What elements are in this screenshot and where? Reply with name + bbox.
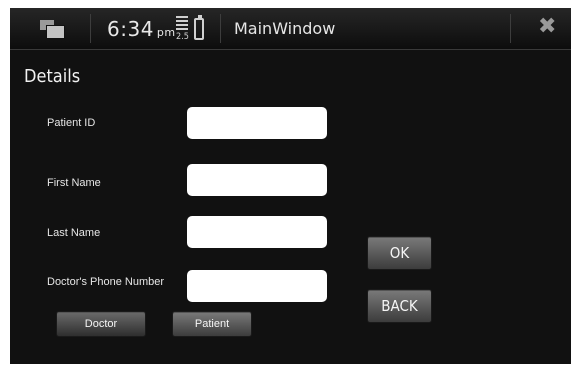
signal-value: 2.5 [176, 32, 189, 42]
last-name-input[interactable] [187, 216, 327, 248]
doctor-phone-label: Doctor's Phone Number [47, 276, 165, 288]
clock-ampm: pm [156, 26, 176, 39]
task-switcher-icon[interactable] [40, 20, 65, 39]
close-icon[interactable]: ✖ [538, 16, 556, 38]
ok-button[interactable]: OK [367, 236, 432, 270]
signal-strength-icon: 2.5 [176, 16, 189, 42]
status-separator [510, 14, 511, 43]
first-name-label: First Name [47, 177, 101, 189]
status-separator [90, 14, 91, 43]
doctor-phone-input[interactable] [187, 270, 327, 302]
first-name-input[interactable] [187, 164, 327, 196]
status-separator [220, 14, 221, 43]
back-button[interactable]: BACK [367, 289, 432, 323]
battery-icon [194, 15, 204, 40]
doctor-button[interactable]: Doctor [56, 311, 146, 337]
status-clock[interactable]: 6:34 pm [107, 17, 176, 41]
app-screen: 6:34 pm 2.5 MainWindow ✖ Details Patient … [10, 8, 571, 364]
patient-id-label: Patient ID [47, 117, 96, 129]
page-title: Details [24, 66, 81, 87]
patient-id-input[interactable] [187, 107, 327, 139]
last-name-label: Last Name [47, 227, 101, 239]
status-bar: 6:34 pm 2.5 MainWindow ✖ [10, 8, 571, 50]
patient-button[interactable]: Patient [172, 311, 252, 337]
clock-time: 6:34 [107, 17, 154, 41]
window-title[interactable]: MainWindow [234, 19, 335, 38]
